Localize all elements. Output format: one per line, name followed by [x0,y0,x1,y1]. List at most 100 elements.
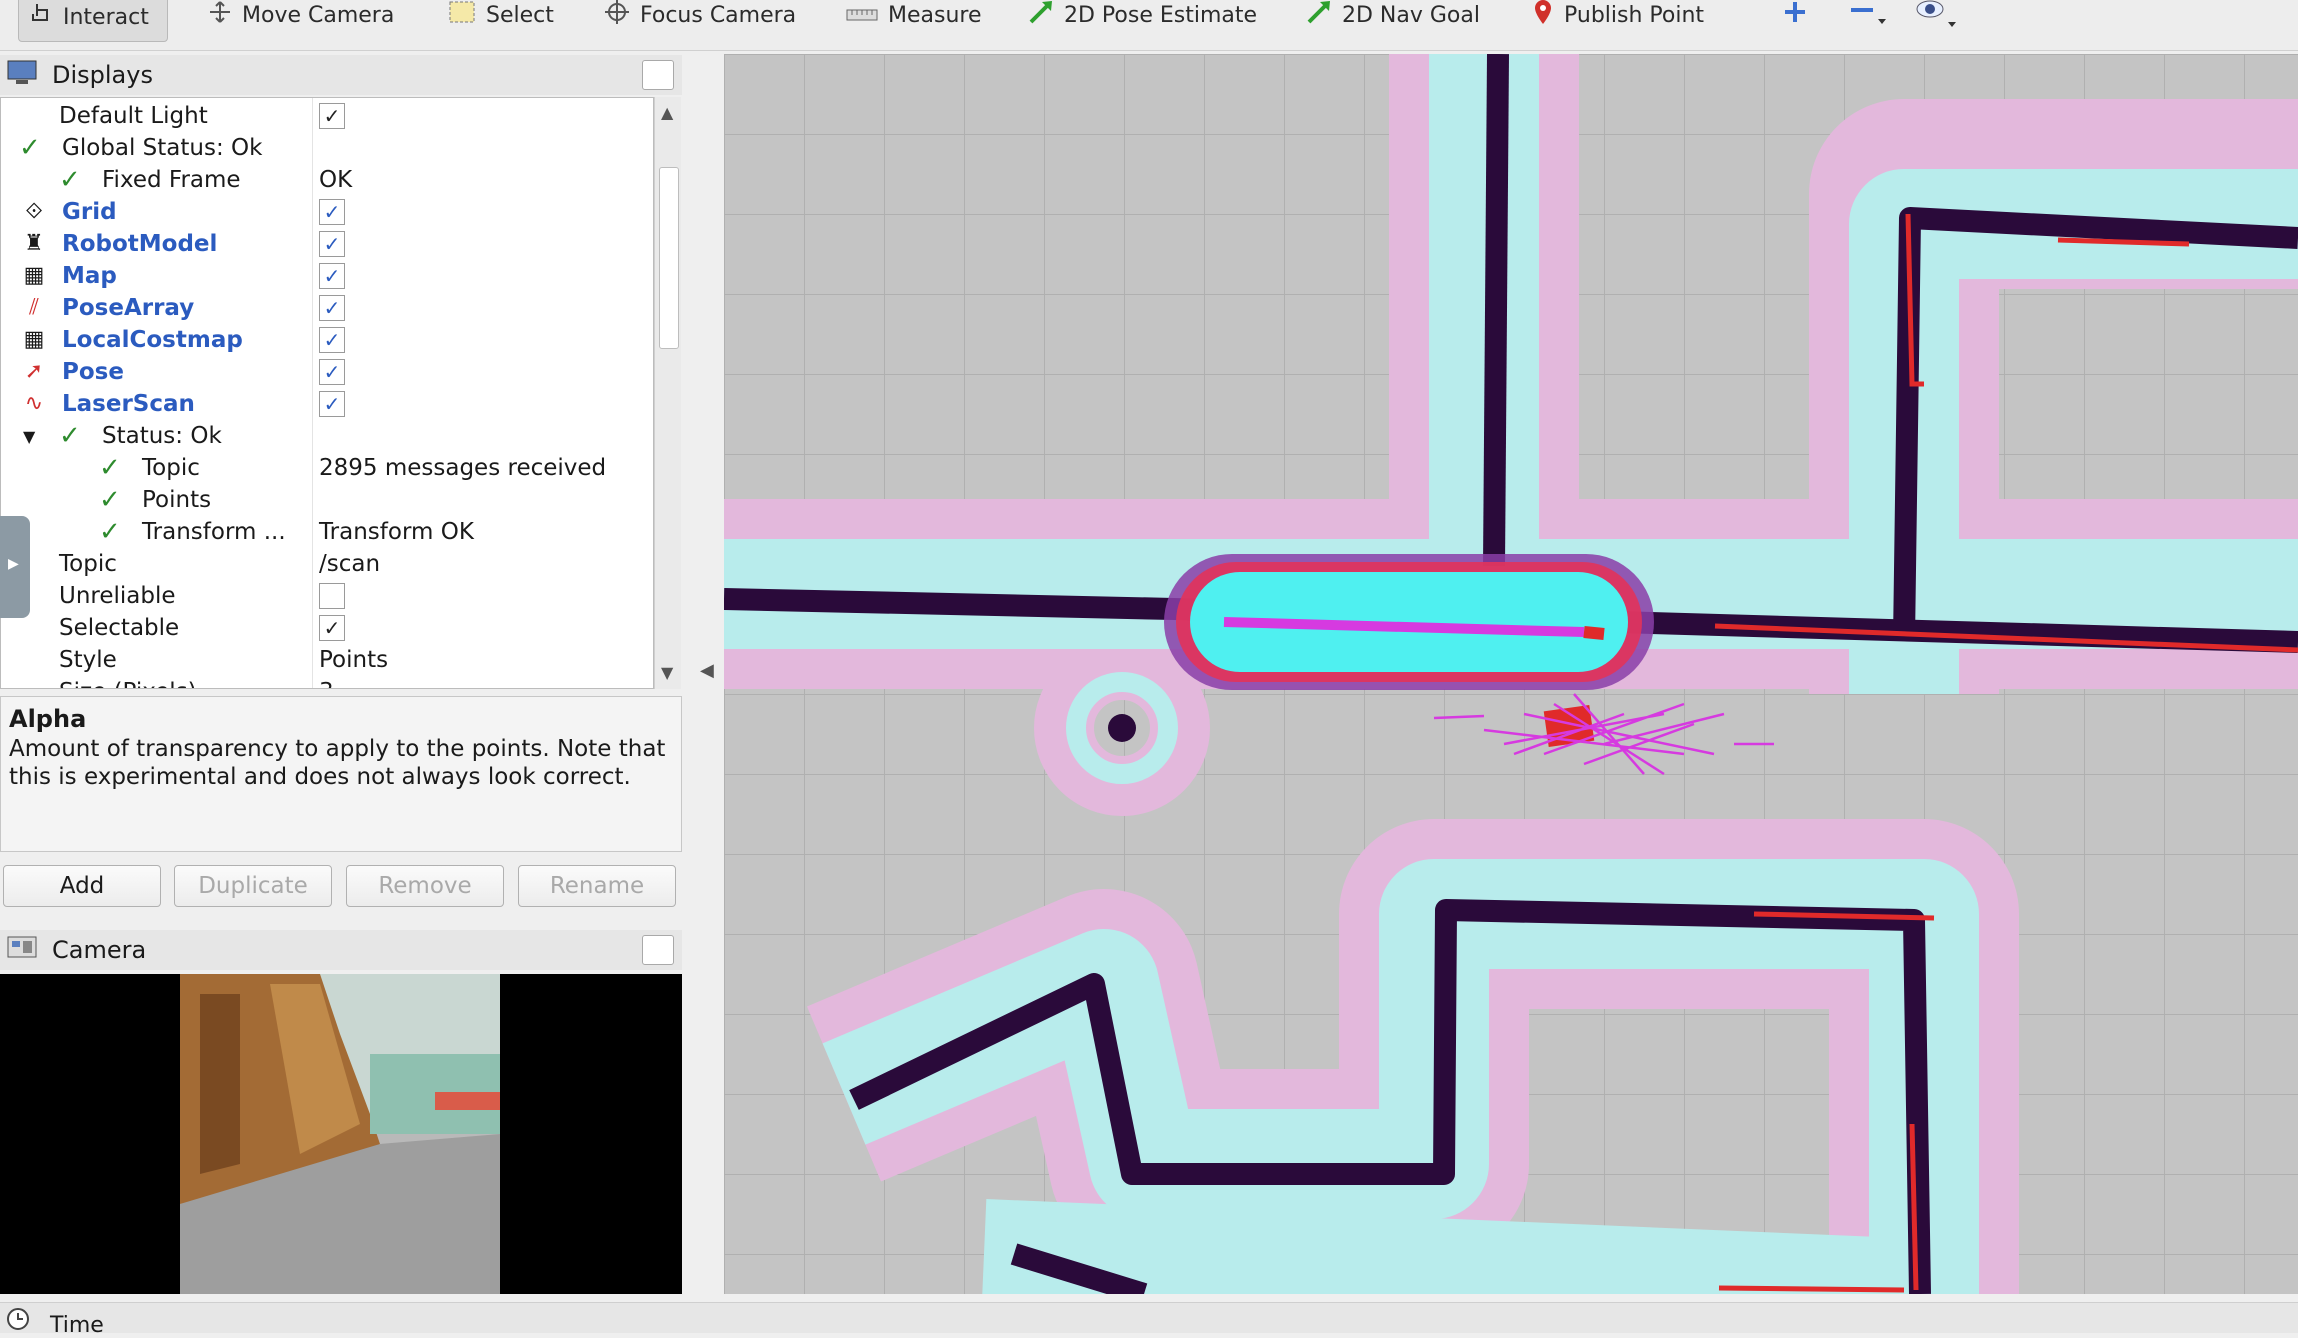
tree-row-status-topic[interactable]: ✓ Topic 2895 messages received [1,452,653,484]
pose-estimate-label: 2D Pose Estimate [1064,2,1258,28]
selectable-checkbox[interactable]: ✓ [319,615,345,641]
focus-crosshair-icon [604,0,630,31]
select-tool-button[interactable]: Select [448,0,554,30]
tree-row-posearray[interactable]: ⫽ PoseArray ✓ [1,292,653,324]
tree-row-fixed-frame[interactable]: ✓ Fixed Frame OK [1,164,653,196]
robotmodel-checkbox[interactable]: ✓ [319,231,345,257]
nav-goal-label: 2D Nav Goal [1342,2,1480,28]
tree-row-laserscan-status[interactable]: ▼ ✓ Status: Ok [1,420,653,452]
rviz-3d-viewport[interactable] [724,54,2298,1294]
unreliable-checkbox[interactable] [319,583,345,609]
row-label: Pose [62,359,124,385]
style-value[interactable]: Points [319,647,388,673]
status-ok-check-icon: ✓ [99,485,121,515]
row-value: Transform OK [319,519,474,545]
pose-checkbox[interactable]: ✓ [319,359,345,385]
tree-row-size[interactable]: Size (Pixels) 3 [1,676,653,688]
grid-checkbox[interactable]: ✓ [319,199,345,225]
move-camera-icon [208,0,232,30]
remove-display-button[interactable]: Remove [346,865,504,907]
displays-panel-header: Displays [0,55,682,95]
duplicate-display-button[interactable]: Duplicate [174,865,332,907]
displays-float-button[interactable] [642,60,674,90]
size-value[interactable]: 3 [319,679,334,688]
focus-camera-label: Focus Camera [640,2,797,28]
time-panel-header: Time [0,1302,2298,1338]
camera-panel-icon [6,933,38,967]
row-label: Selectable [59,615,180,641]
map-pin-icon [1532,0,1554,32]
publish-point-tool-button[interactable]: Publish Point [1532,0,1704,30]
tree-scrollbar[interactable]: ▲ ▼ [654,97,681,689]
tree-row-selectable[interactable]: Selectable ✓ [1,612,653,644]
row-label: Map [62,263,117,289]
remove-tool-button[interactable] [1848,0,1888,30]
row-label: PoseArray [62,295,195,321]
row-value: 2895 messages received [319,455,607,481]
focus-camera-tool-button[interactable]: Focus Camera [604,0,796,30]
tree-row-pose[interactable]: ➚ Pose ✓ [1,356,653,388]
map-checkbox[interactable]: ✓ [319,263,345,289]
green-arrow-icon [1306,0,1332,31]
select-box-icon [448,0,476,30]
hand-pointer-icon [31,2,53,32]
publish-point-label: Publish Point [1564,2,1705,28]
topic-value[interactable]: /scan [319,551,380,577]
expand-right-icon: ▶ [8,556,19,572]
default-light-checkbox[interactable]: ✓ [319,103,345,129]
interact-label: Interact [63,4,149,30]
camera-float-button[interactable] [642,935,674,965]
scroll-thumb[interactable] [659,167,679,349]
scroll-down-arrow-icon[interactable]: ▼ [661,663,673,682]
expand-arrow-icon[interactable]: ▼ [23,427,35,446]
tree-row-default-light[interactable]: Default Light ✓ [1,100,653,132]
row-label: LaserScan [62,391,195,417]
tree-row-unreliable[interactable]: Unreliable [1,580,653,612]
localcostmap-checkbox[interactable]: ✓ [319,327,345,353]
laser-scan-icon: ∿ [24,391,44,416]
plus-icon [1782,0,1808,31]
view-menu-button[interactable] [1914,0,1958,30]
row-label: Transform ... [142,519,286,545]
tree-row-global-status[interactable]: ✓ Global Status: Ok [1,132,653,164]
interact-tool-button[interactable]: Interact [18,0,168,42]
camera-panel-header: Camera [0,930,682,970]
tree-row-style[interactable]: Style Points [1,644,653,676]
ruler-icon [846,3,878,28]
row-label: RobotModel [62,231,218,257]
posearray-checkbox[interactable]: ✓ [319,295,345,321]
pose-estimate-tool-button[interactable]: 2D Pose Estimate [1028,0,1257,30]
tree-row-laserscan[interactable]: ∿ LaserScan ✓ [1,388,653,420]
add-display-button[interactable]: Add [3,865,161,907]
camera-title: Camera [52,936,147,964]
move-camera-tool-button[interactable]: Move Camera [208,0,394,30]
property-description: Alpha Amount of transparency to apply to… [0,696,682,852]
camera-image [0,974,682,1294]
row-value: OK [319,167,353,193]
displays-tree[interactable]: Default Light ✓ ✓ Global Status: Ok ✓ Fi… [0,97,654,689]
scroll-up-arrow-icon[interactable]: ▲ [661,103,673,122]
tree-row-map[interactable]: ▦ Map ✓ [1,260,653,292]
tree-row-status-transform[interactable]: ✓ Transform ... Transform OK [1,516,653,548]
rename-display-button[interactable]: Rename [518,865,676,907]
tree-row-localcostmap[interactable]: ▦ LocalCostmap ✓ [1,324,653,356]
tree-row-status-points[interactable]: ✓ Points [1,484,653,516]
time-title: Time [50,1313,104,1338]
clock-icon [6,1307,30,1337]
displays-title: Displays [52,61,153,89]
side-panel-handle[interactable]: ▶ [0,516,30,618]
row-label: Fixed Frame [102,167,241,193]
measure-tool-button[interactable]: Measure [846,0,982,30]
tree-row-robotmodel[interactable]: ♜ RobotModel ✓ [1,228,653,260]
add-tool-button[interactable] [1782,0,1808,30]
nav-goal-tool-button[interactable]: 2D Nav Goal [1306,0,1480,30]
status-ok-check-icon: ✓ [99,453,121,483]
collapse-left-arrow-icon[interactable]: ◀ [700,660,714,681]
tree-row-grid[interactable]: ⟐ Grid ✓ [1,196,653,228]
robot-model-icon: ♜ [24,231,44,256]
laserscan-checkbox[interactable]: ✓ [319,391,345,417]
pose-arrow-icon: ➚ [24,359,44,384]
status-ok-check-icon: ✓ [59,165,81,195]
tree-row-topic[interactable]: Topic /scan [1,548,653,580]
row-label: Style [59,647,117,673]
